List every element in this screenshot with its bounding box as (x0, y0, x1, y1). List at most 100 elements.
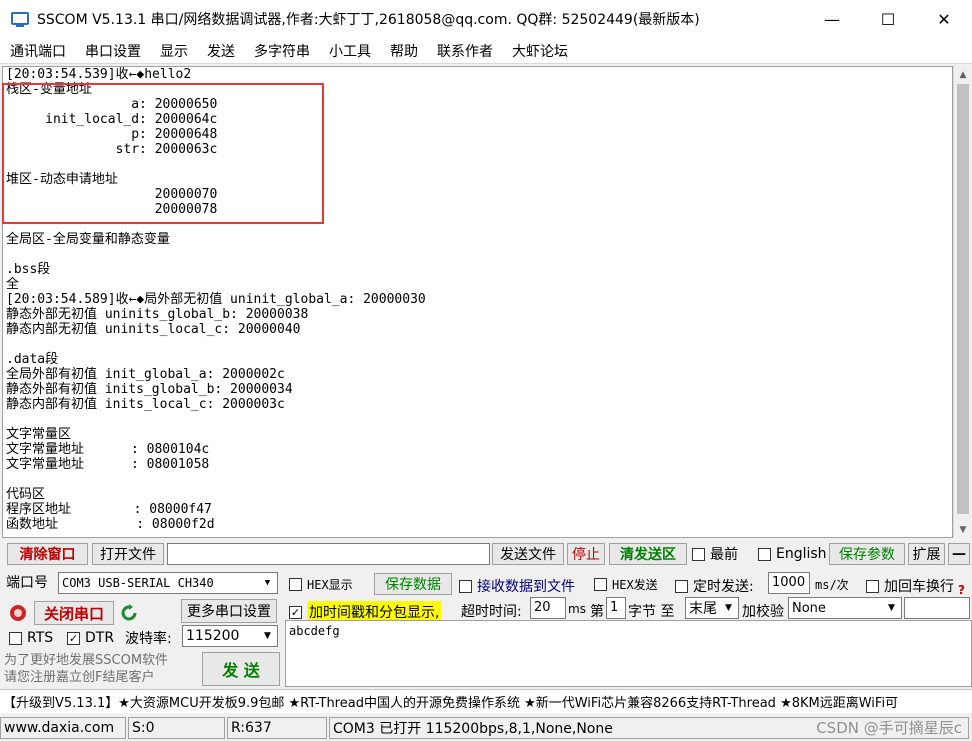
receive-line: .bss段 (6, 262, 51, 277)
byte-label-post: 字节 至 (628, 604, 675, 620)
save-params-button[interactable]: 保存参数 (829, 543, 905, 565)
file-path-input[interactable] (167, 543, 490, 565)
menu-multi-string[interactable]: 多字符串 (244, 41, 319, 61)
menu-send[interactable]: 发送 (197, 41, 244, 61)
checksum-result-input[interactable] (904, 597, 970, 619)
menu-port[interactable]: 通讯端口 (0, 41, 75, 61)
expand-button[interactable]: 扩展 (908, 543, 945, 565)
rts-checkbox[interactable]: RTS (9, 630, 53, 646)
timeout-input[interactable]: 20 (530, 597, 566, 619)
receive-line (6, 472, 426, 487)
dtr-checkbox[interactable]: ✓ DTR (67, 630, 114, 646)
clear-send-button[interactable]: 清发送区 (609, 543, 687, 565)
status-site[interactable]: www.daxia.com (0, 716, 126, 739)
app-icon (9, 8, 31, 30)
baud-select[interactable]: 115200 ▼ (182, 625, 278, 647)
timed-send-checkbox[interactable]: 定时发送: (675, 576, 754, 596)
chevron-down-icon: ▼ (264, 631, 271, 641)
add-crlf-checkbox[interactable]: 加回车换行 (866, 576, 954, 596)
receive-line: 静态外部有初值 inits_global_b: 20000034 (6, 382, 293, 397)
port-row: 端口号 (6, 575, 48, 591)
chevron-down-icon: ▼ (888, 603, 895, 613)
checkmark-icon: ✓ (67, 631, 80, 645)
receive-line: [20:03:54.539]收←◆hello2 (6, 67, 192, 82)
receive-line: [20:03:54.589]收←◆局外部无初值 uninit_global_a:… (6, 292, 426, 307)
receive-line: str: 2000063c (6, 142, 218, 157)
receive-line: 文字常量地址 : 0800104c (6, 442, 210, 457)
news-ticker[interactable]: 【升级到V5.13.1】★大资源MCU开发板9.9包邮 ★RT-Thread中国… (0, 689, 972, 713)
close-button[interactable]: ✕ (916, 0, 972, 38)
open-file-button[interactable]: 打开文件 (92, 543, 164, 565)
receive-line: init_local_d: 2000064c (6, 112, 218, 127)
receive-line: 文字常量地址 : 08001058 (6, 457, 210, 472)
menu-bar: 通讯端口 串口设置 显示 发送 多字符串 小工具 帮助 联系作者 大虾论坛 (0, 38, 972, 64)
checksum-label: 加校验 (742, 604, 784, 620)
receive-line: 静态内部无初值 uninits_local_c: 20000040 (6, 322, 301, 337)
timeout-label: 超时时间: (461, 604, 522, 620)
receive-line (6, 412, 426, 427)
send-button[interactable]: 发 送 (202, 652, 280, 686)
receive-line: 堆区-动态申请地址 (6, 172, 118, 187)
receive-line: 全局区-全局变量和静态变量 (6, 232, 170, 247)
receive-line: 全 (6, 277, 20, 292)
chevron-down-icon: ▼ (264, 578, 271, 588)
checkbox-icon (758, 547, 771, 561)
window-title: SSCOM V5.13.1 串口/网络数据调试器,作者:大虾丁丁,2618058… (37, 12, 700, 28)
stop-button[interactable]: 停止 (567, 543, 605, 565)
port-select[interactable]: COM3 USB-SERIAL CH340 ▼ (58, 572, 278, 594)
send-input[interactable]: abcdefg (285, 620, 972, 687)
byte-index-input[interactable]: 1 (606, 597, 626, 619)
receive-line: 全局外部有初值 init_global_a: 2000002c (6, 367, 285, 382)
receive-line (6, 217, 426, 232)
hex-send-checkbox[interactable]: HEX发送 (594, 576, 658, 593)
byte-end-select[interactable]: 末尾 ▼ (685, 597, 739, 619)
receive-area[interactable]: [20:03:54.539]收←◆hello2 栈区-变量地址 a: 200006… (2, 66, 953, 538)
menu-forum[interactable]: 大虾论坛 (502, 41, 577, 61)
hex-display-checkbox[interactable]: HEX显示 (289, 576, 353, 593)
refresh-icon[interactable] (118, 602, 140, 624)
checkbox-icon (459, 579, 472, 593)
receive-line: 文字常量区 (6, 427, 72, 442)
menu-display[interactable]: 显示 (150, 41, 197, 61)
receive-line: 代码区 (6, 487, 46, 502)
receive-line (6, 157, 426, 172)
scroll-thumb[interactable] (957, 84, 969, 514)
checksum-select[interactable]: None ▼ (788, 597, 902, 619)
checkbox-icon (9, 631, 22, 645)
checkbox-icon (594, 578, 607, 591)
receive-line: 20000070 (6, 187, 218, 202)
timeout-unit: ms (568, 602, 586, 616)
scroll-up-icon[interactable]: ▲ (954, 66, 972, 83)
receive-line (6, 337, 426, 352)
status-sent-count: S:0 (128, 716, 225, 739)
receive-line: p: 20000648 (6, 127, 218, 142)
port-status-icon (8, 603, 28, 623)
menu-contact[interactable]: 联系作者 (427, 41, 502, 61)
status-recv-count: R:637 (227, 716, 327, 739)
receive-line: .data段 (6, 352, 59, 367)
collapse-button[interactable]: — (948, 543, 970, 565)
close-port-button[interactable]: 关闭串口 (34, 601, 114, 625)
english-checkbox[interactable]: English (758, 546, 827, 562)
interval-unit: ms/次 (815, 578, 849, 592)
checkbox-icon (675, 579, 688, 593)
byte-label-pre: 第 (590, 604, 604, 620)
checkbox-icon (692, 547, 705, 561)
topmost-checkbox[interactable]: 最前 (692, 544, 738, 564)
receive-scrollbar[interactable]: ▲ ▼ (953, 66, 971, 538)
clear-window-button[interactable]: 清除窗口 (7, 543, 88, 565)
more-serial-settings-button[interactable]: 更多串口设置 (181, 599, 277, 623)
save-data-button[interactable]: 保存数据 (374, 573, 452, 595)
receive-text: [20:03:54.539]收←◆hello2 栈区-变量地址 a: 200006… (6, 67, 426, 532)
scroll-down-icon[interactable]: ▼ (954, 521, 972, 538)
maximize-button[interactable]: ☐ (860, 0, 916, 38)
menu-serial-settings[interactable]: 串口设置 (75, 41, 150, 61)
receive-line: a: 20000650 (6, 97, 218, 112)
send-file-button[interactable]: 发送文件 (492, 543, 564, 565)
menu-tools[interactable]: 小工具 (319, 41, 380, 61)
recv-to-file-checkbox[interactable]: 接收数据到文件 (459, 576, 575, 596)
menu-help[interactable]: 帮助 (380, 41, 427, 61)
minimize-button[interactable]: — (804, 0, 860, 38)
receive-line (6, 247, 426, 262)
interval-input[interactable]: 1000 (768, 572, 810, 594)
